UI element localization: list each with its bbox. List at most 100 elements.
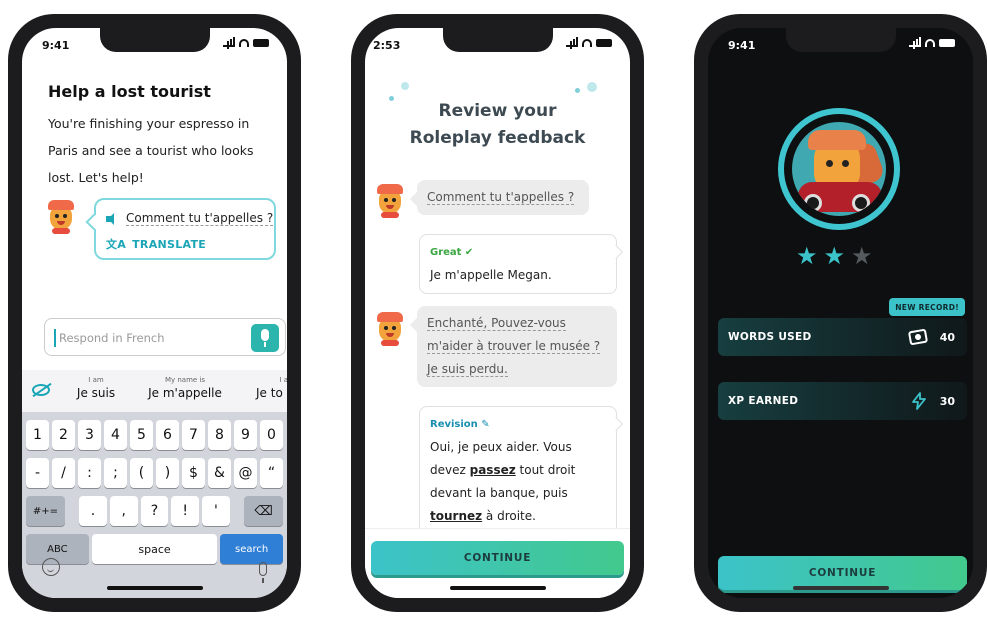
key-row-symbols: - /:;() $ & @ “	[26, 458, 283, 488]
title-line-2: Roleplay feedback	[409, 128, 586, 148]
key-row-bottom: ABC space search	[26, 534, 283, 564]
symbol-key-5[interactable]: )	[156, 458, 179, 488]
wifi-icon	[582, 39, 592, 47]
number-key-1[interactable]: 2	[52, 420, 75, 450]
key-abc[interactable]: ABC	[26, 534, 89, 564]
user-message-1: Great ✔ Je m'appelle Megan.	[419, 234, 617, 294]
number-key-4[interactable]: 5	[130, 420, 153, 450]
star-rating: ★ ★ ★	[796, 244, 873, 268]
number-key-6[interactable]: 7	[182, 420, 205, 450]
great-badge: Great ✔	[430, 247, 474, 258]
stat-words-used: WORDS USED 40	[718, 318, 967, 356]
keyboard: I am Je suis My name is Je m'appelle I a…	[22, 370, 287, 598]
suggestion-je-mappelle[interactable]: My name is Je m'appelle	[140, 376, 230, 400]
scenario-description: You're finishing your espresso in Paris …	[48, 116, 254, 185]
translate-button[interactable]: 文A TRANSLATE	[106, 236, 206, 252]
notch	[442, 28, 553, 52]
suggestion-bar: I am Je suis My name is Je m'appelle I a…	[22, 370, 287, 412]
symbol-key-9[interactable]: “	[260, 458, 283, 488]
respond-placeholder: Respond in French	[59, 331, 165, 345]
key-more-symbols[interactable]: #+=	[26, 496, 65, 526]
stat-label: WORDS USED	[728, 331, 812, 343]
screen-roleplay-feedback: 2:53 Review your Roleplay feedback Comme…	[365, 28, 630, 598]
symbol-key-4[interactable]: (	[130, 458, 153, 488]
number-key-5[interactable]: 6	[156, 420, 179, 450]
tourist-avatar	[375, 312, 405, 346]
home-indicator	[792, 586, 889, 590]
status-icons	[566, 37, 612, 47]
symbol-key-2[interactable]: :	[78, 458, 101, 488]
suggestion-je-suis[interactable]: I am Je suis	[66, 376, 126, 400]
continue-button[interactable]: CONTINUE	[718, 556, 967, 590]
emoji-icon[interactable]	[42, 558, 60, 576]
number-key-8[interactable]: 9	[234, 420, 257, 450]
delete-key-icon[interactable]: ⌫	[244, 496, 283, 526]
symbol-key-8[interactable]: @	[234, 458, 257, 488]
key-period[interactable]: .	[79, 496, 107, 526]
key-row-punctuation: #+= . , ? ! ' ⌫	[26, 496, 283, 526]
revision-badge: Revision ✎	[430, 419, 490, 430]
confetti-decoration	[401, 82, 409, 90]
key-exclamation[interactable]: !	[171, 496, 200, 526]
confetti-decoration	[587, 82, 597, 92]
phone-results: 9:41 ★ ★ ★ NEW RECORD! WORDS USED 40 XP …	[694, 14, 987, 612]
battery-icon	[596, 39, 612, 47]
battery-icon	[939, 39, 955, 47]
notch	[99, 28, 210, 52]
page-title: Review your Roleplay feedback	[365, 98, 630, 152]
wifi-icon	[239, 39, 249, 47]
symbol-key-0[interactable]: -	[26, 458, 49, 488]
corrected-word: tournez	[430, 509, 483, 523]
notch	[785, 28, 896, 52]
character-portrait	[778, 108, 900, 230]
suggestion-partial[interactable]: I a Je to	[248, 376, 287, 400]
number-key-9[interactable]: 0	[260, 420, 283, 450]
battery-icon	[253, 39, 269, 47]
number-key-0[interactable]: 1	[26, 420, 49, 450]
key-apostrophe[interactable]: '	[202, 496, 230, 526]
number-key-7[interactable]: 8	[208, 420, 231, 450]
key-comma[interactable]: ,	[109, 496, 138, 526]
stat-xp-earned: XP EARNED 30	[718, 382, 967, 420]
status-icons	[909, 37, 955, 47]
respond-input[interactable]: Respond in French	[44, 318, 286, 356]
page-title: Help a lost tourist	[48, 82, 211, 101]
translate-icon: 文A	[106, 238, 127, 251]
stat-value: 30	[939, 394, 955, 408]
key-search[interactable]: search	[220, 534, 283, 564]
number-key-2[interactable]: 3	[78, 420, 101, 450]
key-question[interactable]: ?	[140, 496, 169, 526]
title-line-1: Review your	[438, 101, 557, 121]
status-time: 9:41	[42, 39, 70, 52]
hide-suggestions-icon[interactable]	[32, 384, 50, 396]
key-row-numbers: 1234567890	[26, 420, 283, 450]
star-empty-icon: ★	[851, 242, 873, 270]
voice-input-button[interactable]	[251, 324, 279, 352]
symbol-key-1[interactable]: /	[52, 458, 75, 488]
stat-label: XP EARNED	[728, 395, 799, 407]
status-icons	[223, 37, 269, 47]
speech-line[interactable]: Comment tu t'appelles ?	[106, 211, 274, 226]
tourist-message-2: Enchanté, Pouvez-vous m'aider à trouver …	[417, 306, 617, 387]
key-space[interactable]: space	[91, 534, 218, 564]
symbol-key-3[interactable]: ;	[104, 458, 127, 488]
dictation-icon[interactable]	[259, 562, 267, 583]
phone-roleplay-prompt: 9:41 Help a lost tourist You're finishin…	[8, 14, 301, 612]
symbol-key-7[interactable]: &	[208, 458, 231, 488]
star-filled-icon: ★	[796, 242, 818, 270]
home-indicator	[449, 586, 546, 590]
star-filled-icon: ★	[823, 242, 846, 270]
symbol-key-6[interactable]: $	[182, 458, 205, 488]
new-record-badge: NEW RECORD!	[889, 298, 965, 316]
bolt-icon	[912, 392, 926, 410]
number-key-3[interactable]: 4	[104, 420, 127, 450]
phone-roleplay-feedback: 2:53 Review your Roleplay feedback Comme…	[351, 14, 644, 612]
signal-icon	[223, 37, 235, 47]
speaker-icon[interactable]	[106, 212, 120, 225]
status-time: 9:41	[728, 39, 756, 52]
confetti-decoration	[575, 88, 580, 93]
wifi-icon	[925, 39, 935, 47]
translate-label: TRANSLATE	[132, 237, 207, 251]
continue-button[interactable]: CONTINUE	[371, 541, 624, 575]
speech-text[interactable]: Comment tu t'appelles ?	[126, 211, 274, 226]
